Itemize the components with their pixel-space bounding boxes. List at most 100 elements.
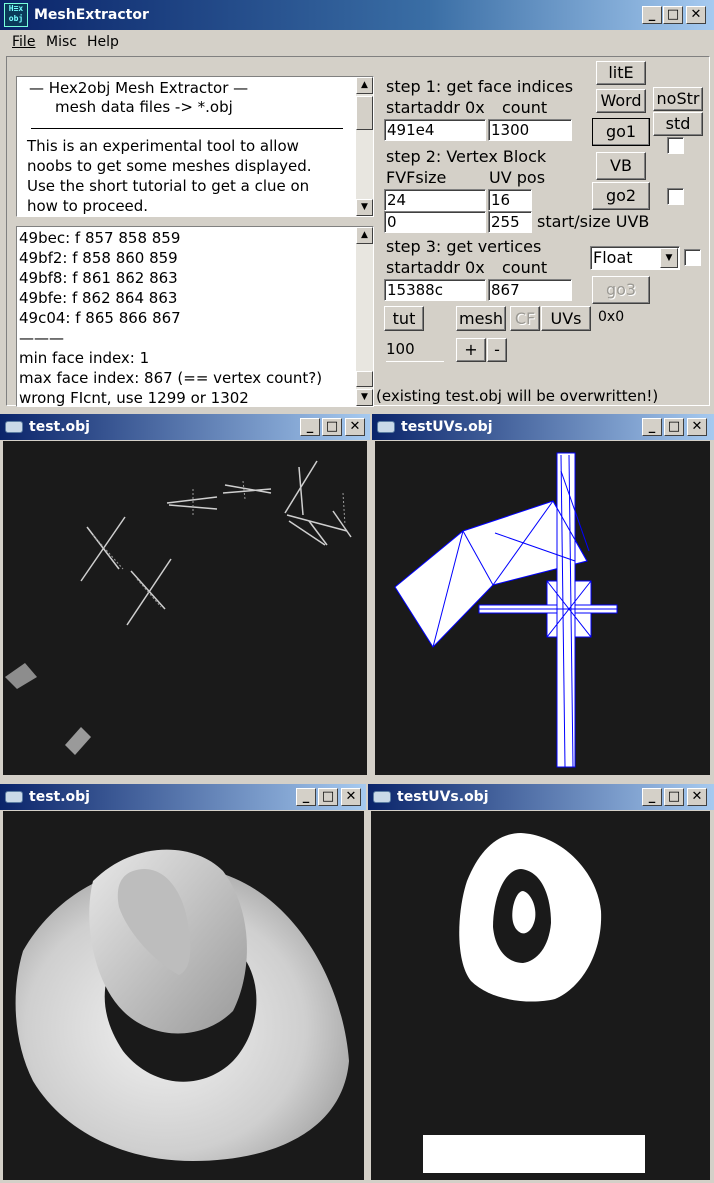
minimize-button[interactable]: _ — [300, 418, 320, 436]
uvb-label: start/size UVB — [537, 212, 650, 231]
info-memo[interactable]: — Hex2obj Mesh Extractor — mesh data fil… — [16, 76, 374, 217]
step2-label: step 2: Vertex Block — [386, 147, 547, 166]
plus-button[interactable]: + — [456, 338, 486, 362]
step3-count-input[interactable]: 867 — [488, 279, 572, 301]
cf-button[interactable]: CF — [510, 306, 540, 331]
uv-viewport[interactable] — [375, 441, 710, 775]
log-line: wrong FIcnt, use 1299 or 1302 — [19, 389, 249, 407]
close-button[interactable]: ✕ — [687, 418, 707, 436]
uv-filled — [423, 833, 645, 1173]
format-select-value: Float — [593, 248, 633, 267]
step1-startaddr-label: startaddr 0x — [386, 98, 485, 117]
std-button[interactable]: std — [653, 112, 703, 136]
vb-button[interactable]: VB — [596, 152, 646, 180]
maximize-button[interactable]: □ — [663, 6, 683, 24]
step3-count-label: count — [502, 258, 548, 277]
uvs-button[interactable]: UVs — [541, 306, 591, 331]
step3-label: step 3: get vertices — [386, 237, 542, 256]
mesh-wireframe — [5, 460, 352, 755]
step3-checkbox[interactable] — [684, 249, 701, 266]
main-titlebar[interactable]: H≡x obj MeshExtractor _ □ ✕ — [0, 0, 714, 30]
child-titlebar[interactable]: testUVs.obj _ □ ✕ — [368, 784, 714, 810]
step3-startaddr-input[interactable]: 15388c — [384, 279, 486, 301]
log-line: 49bfe: f 862 864 863 — [19, 289, 178, 307]
scroll-down-icon[interactable]: ▼ — [356, 389, 373, 406]
log-line: max face index: 867 (== vertex count?) — [19, 369, 323, 387]
nostr-button[interactable]: noStr — [653, 87, 703, 111]
log-line: min face index: 1 — [19, 349, 150, 367]
tut-button[interactable]: tut — [384, 306, 424, 331]
app-icon-text: H≡x — [8, 4, 24, 13]
menu-file[interactable]: File — [12, 34, 35, 50]
lite-button[interactable]: litE — [596, 61, 646, 85]
window-icon — [373, 791, 391, 803]
minimize-button[interactable]: _ — [642, 418, 662, 436]
maximize-button[interactable]: □ — [322, 418, 342, 436]
maximize-button[interactable]: □ — [318, 788, 338, 806]
info-text-line: Use the short tutorial to get a clue on — [27, 177, 310, 195]
word-button[interactable]: Word — [596, 89, 646, 113]
uv-wireframe — [394, 452, 618, 768]
mesh-viewport[interactable] — [3, 441, 367, 775]
log-line: 49bf8: f 861 862 863 — [19, 269, 178, 287]
close-button[interactable]: ✕ — [686, 6, 706, 24]
child-title: test.obj — [29, 789, 90, 805]
menu-help[interactable]: Help — [87, 34, 119, 50]
step1-checkbox[interactable] — [667, 137, 684, 154]
child-title: testUVs.obj — [401, 419, 493, 435]
child-titlebar[interactable]: test.obj _ □ ✕ — [0, 784, 366, 810]
close-button[interactable]: ✕ — [687, 788, 707, 806]
info-text-line: how to proceed. — [27, 197, 149, 215]
go3-button[interactable]: go3 — [592, 276, 650, 304]
step2-fvf-label: FVFsize — [386, 168, 447, 187]
shaded-mesh-viewport[interactable] — [3, 811, 364, 1180]
scroll-up-icon[interactable]: ▲ — [356, 77, 373, 94]
info-scrollbar[interactable]: ▲ ▼ — [356, 77, 373, 216]
uvpos-input[interactable]: 16 — [488, 189, 532, 211]
step1-startaddr-input[interactable]: 491e4 — [384, 119, 486, 141]
window-icon — [377, 421, 395, 433]
format-select[interactable]: Float ▼ — [590, 246, 680, 270]
step1-count-input[interactable]: 1300 — [488, 119, 572, 141]
window-title: MeshExtractor — [34, 7, 149, 23]
fvfsize-input[interactable]: 24 — [384, 189, 486, 211]
step3-startaddr-label: startaddr 0x — [386, 258, 485, 277]
info-text-line: This is an experimental tool to allow — [27, 137, 299, 155]
log-line: 49bec: f 857 858 859 — [19, 229, 181, 247]
go1-button[interactable]: go1 — [592, 118, 650, 146]
minimize-button[interactable]: _ — [296, 788, 316, 806]
minimize-button[interactable]: _ — [642, 788, 662, 806]
minimize-button[interactable]: _ — [642, 6, 662, 24]
child-titlebar[interactable]: test.obj _ □ ✕ — [0, 414, 370, 440]
log-line: 49bf2: f 858 860 859 — [19, 249, 178, 267]
log-memo[interactable]: 49bec: f 857 858 859 49bf2: f 858 860 85… — [16, 226, 374, 407]
scale-input-underline — [386, 361, 444, 362]
scale-input[interactable]: 100 — [384, 339, 446, 363]
maximize-button[interactable]: □ — [664, 418, 684, 436]
close-button[interactable]: ✕ — [341, 788, 361, 806]
menu-misc[interactable]: Misc — [46, 34, 77, 50]
child-titlebar[interactable]: testUVs.obj _ □ ✕ — [372, 414, 714, 440]
scroll-thumb[interactable] — [356, 96, 373, 130]
window-icon — [5, 421, 23, 433]
go2-button[interactable]: go2 — [592, 182, 650, 210]
scroll-down-icon[interactable]: ▼ — [356, 199, 373, 216]
maximize-button[interactable]: □ — [664, 788, 684, 806]
step1-label: step 1: get face indices — [386, 77, 574, 96]
scroll-thumb[interactable] — [356, 371, 373, 387]
scroll-up-icon[interactable]: ▲ — [356, 227, 373, 244]
info-text-line: noobs to get some meshes displayed. — [27, 157, 312, 175]
child-title: test.obj — [29, 419, 90, 435]
uvb-start-input[interactable]: 0 — [384, 211, 486, 233]
menu-bar: File Misc Help — [0, 30, 714, 54]
chevron-down-icon[interactable]: ▼ — [660, 248, 678, 268]
shaded-mesh — [15, 849, 350, 1161]
log-scrollbar[interactable]: ▲ ▼ — [356, 227, 373, 406]
minus-button[interactable]: - — [487, 338, 507, 362]
step2-checkbox[interactable] — [667, 188, 684, 205]
uvb-size-input[interactable]: 255 — [488, 211, 532, 233]
mesh-button[interactable]: mesh — [456, 306, 506, 331]
uv-filled-viewport[interactable] — [371, 811, 710, 1180]
overwrite-warning: (existing test.obj will be overwritten!) — [376, 387, 659, 405]
close-button[interactable]: ✕ — [345, 418, 365, 436]
